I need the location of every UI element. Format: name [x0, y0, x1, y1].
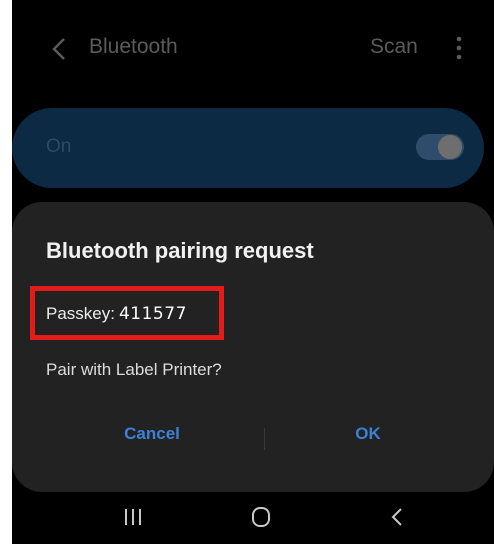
- passkey-row: Passkey: 411577: [46, 304, 187, 324]
- cancel-button[interactable]: Cancel: [92, 424, 212, 454]
- page-title: Bluetooth: [89, 35, 178, 58]
- chevron-left-icon[interactable]: [48, 36, 70, 62]
- recents-icon[interactable]: [118, 504, 148, 530]
- app-bar: Bluetooth Scan: [12, 0, 494, 96]
- home-icon[interactable]: [246, 504, 276, 530]
- navigation-bar: [12, 492, 494, 544]
- phone-screen: Bluetooth Scan On Bluetooth pairing requ…: [12, 0, 494, 544]
- scan-button[interactable]: Scan: [370, 35, 418, 59]
- passkey-value: 411577: [118, 304, 187, 324]
- dialog-title: Bluetooth pairing request: [46, 238, 314, 263]
- passkey-label: Passkey:: [46, 304, 115, 323]
- back-icon[interactable]: [382, 504, 412, 530]
- more-vertical-icon[interactable]: [448, 34, 470, 62]
- dialog-message: Pair with Label Printer?: [46, 360, 222, 379]
- bluetooth-toggle-card[interactable]: On: [12, 108, 484, 188]
- bluetooth-switch[interactable]: [416, 134, 464, 160]
- ok-button[interactable]: OK: [328, 424, 408, 454]
- button-divider: [264, 428, 265, 450]
- toggle-label: On: [46, 136, 72, 157]
- switch-knob: [438, 135, 462, 159]
- pairing-dialog: Bluetooth pairing request Passkey: 411577…: [12, 202, 494, 492]
